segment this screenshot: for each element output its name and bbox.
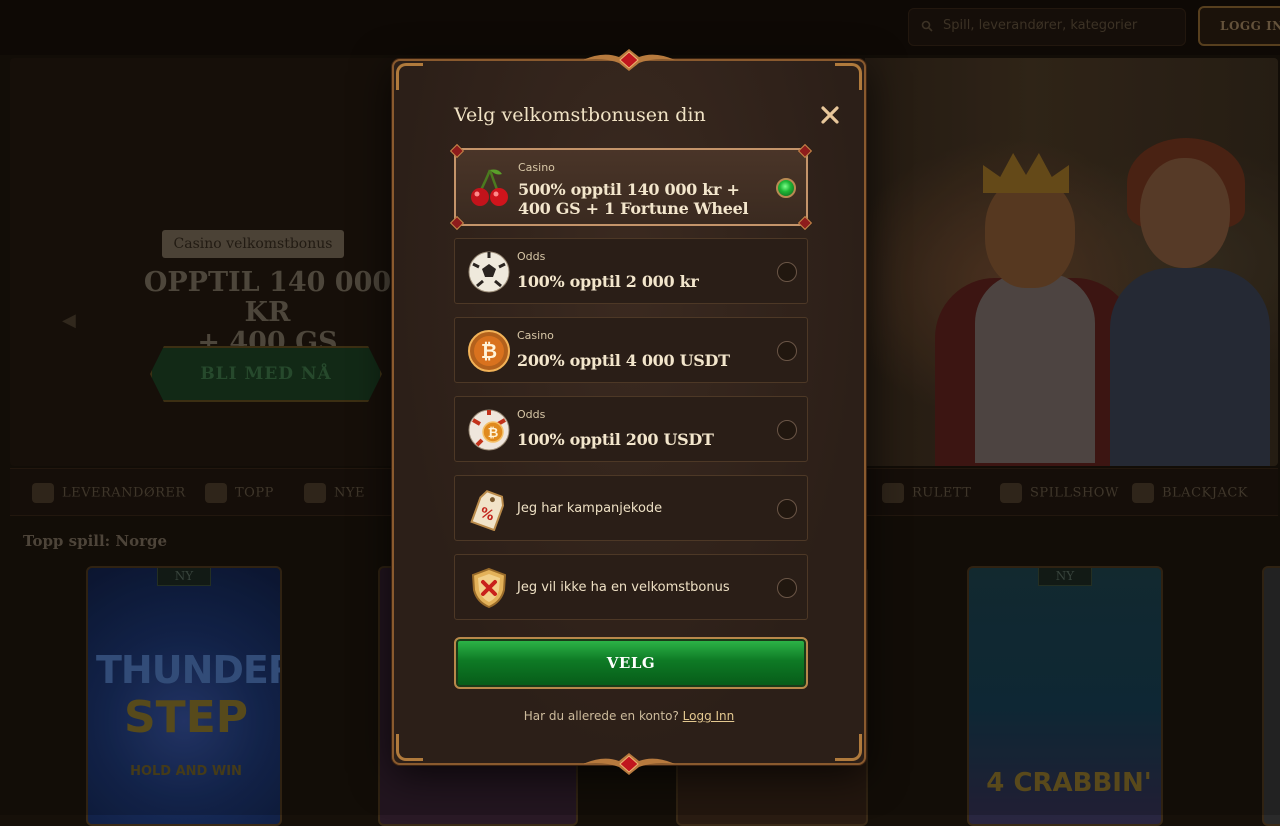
ornament-corner <box>835 734 862 761</box>
option-text: 200% opptil 4 000 USDT <box>517 351 730 370</box>
option-category: Odds <box>517 408 546 421</box>
option-radio[interactable] <box>777 341 797 361</box>
ruby-ornament-icon <box>583 753 675 775</box>
option-text: 100% opptil 200 USDT <box>517 430 714 449</box>
option-radio[interactable] <box>777 578 797 598</box>
bonus-option-odds-2000[interactable]: Odds 100% opptil 2 000 kr <box>454 238 808 304</box>
option-radio[interactable] <box>777 499 797 519</box>
bonus-option-promo-code[interactable]: % Jeg har kampanjekode <box>454 475 808 541</box>
ornament-corner <box>835 63 862 90</box>
select-button[interactable]: VELG <box>454 637 808 689</box>
soccer-ball-icon <box>468 251 510 293</box>
ruby-corner-icon <box>797 143 813 159</box>
login-prompt: Har du allerede en konto? Logg Inn <box>394 709 864 723</box>
option-radio-selected[interactable] <box>776 178 796 198</box>
option-text: 100% opptil 2 000 kr <box>517 272 699 291</box>
ruby-corner-icon <box>797 215 813 231</box>
option-category: Odds <box>517 250 546 263</box>
login-link[interactable]: Logg Inn <box>683 709 735 723</box>
ornament-corner <box>396 734 423 761</box>
bonus-option-casino-500[interactable]: Casino 500% opptil 140 000 kr + 400 GS +… <box>449 143 813 231</box>
svg-text:₿: ₿ <box>481 339 497 363</box>
bonus-option-no-bonus[interactable]: Jeg vil ikke ha en velkomstbonus <box>454 554 808 620</box>
login-prompt-text: Har du allerede en konto? <box>523 709 679 723</box>
svg-text:₿: ₿ <box>488 426 499 441</box>
option-text: 500% opptil 140 000 kr + 400 GS + 1 Fort… <box>518 180 749 218</box>
option-radio[interactable] <box>777 420 797 440</box>
bitcoin-soccer-ball-icon: ₿ <box>468 409 510 451</box>
cherries-icon <box>471 169 508 206</box>
promo-tag-icon: % <box>470 490 505 531</box>
modal-title: Velg velkomstbonusen din <box>454 104 706 126</box>
option-radio[interactable] <box>777 262 797 282</box>
ruby-corner-icon <box>449 215 465 231</box>
bonus-option-casino-usdt[interactable]: ₿ Casino 200% opptil 4 000 USDT <box>454 317 808 383</box>
bonus-option-odds-usdt[interactable]: ₿ Odds 100% opptil 200 USDT <box>454 396 808 462</box>
ornament-corner <box>396 63 423 90</box>
welcome-bonus-modal: Velg velkomstbonusen din Casino 500% opp… <box>392 49 866 775</box>
option-text: Jeg vil ikke ha en velkomstbonus <box>517 580 730 595</box>
ruby-ornament-icon <box>583 49 675 71</box>
option-category: Casino <box>517 329 554 342</box>
bitcoin-coin-icon: ₿ <box>468 330 510 372</box>
option-text: Jeg har kampanjekode <box>517 501 663 516</box>
ruby-corner-icon <box>449 143 465 159</box>
shield-x-icon <box>471 567 507 609</box>
option-category: Casino <box>518 161 555 174</box>
close-icon[interactable] <box>819 104 841 126</box>
